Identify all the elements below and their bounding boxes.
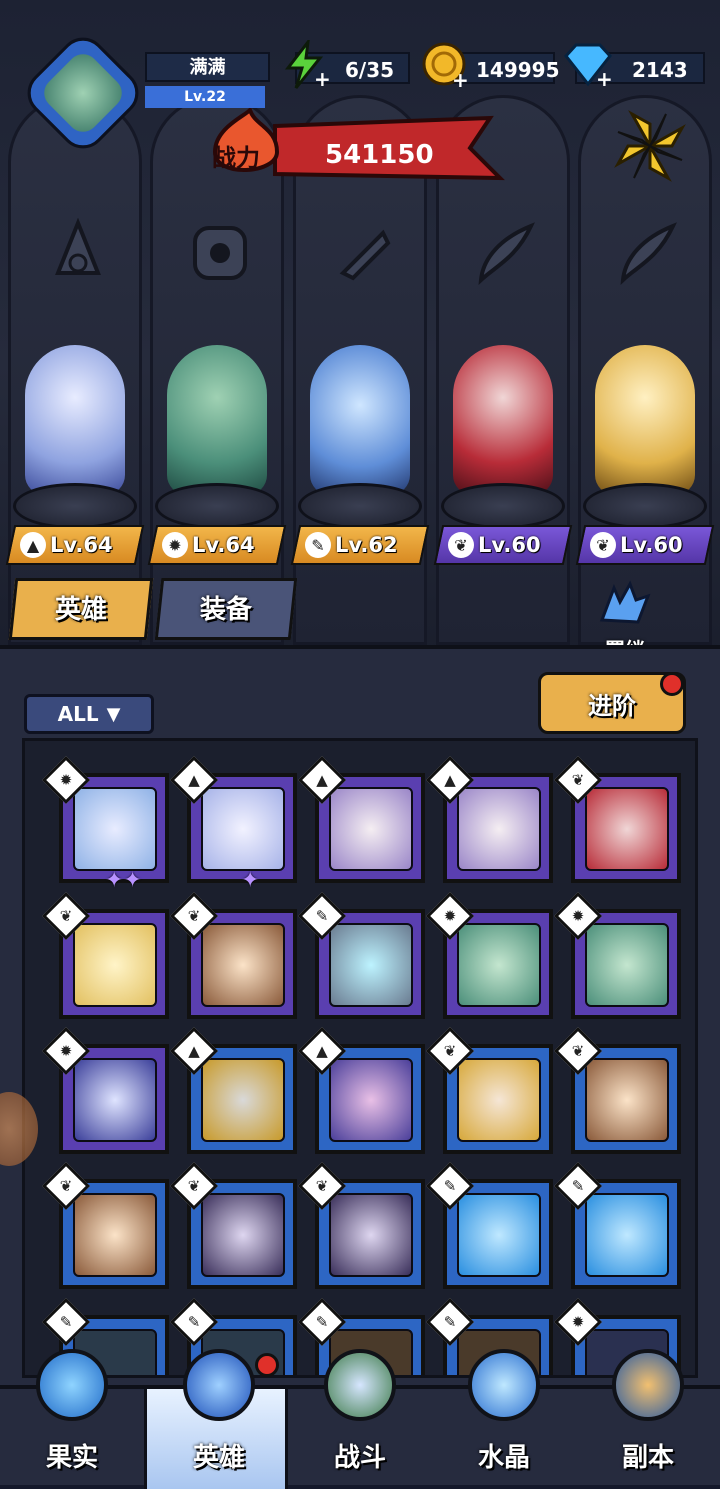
gold-coin-icon[interactable]: + xyxy=(420,40,470,90)
hero-card[interactable]: ▲ xyxy=(297,1026,425,1154)
hero-figure-2[interactable] xyxy=(150,335,284,535)
hero-card[interactable]: ✹ xyxy=(553,891,681,1019)
notification-dot xyxy=(660,672,684,696)
svg-text:+: + xyxy=(452,68,469,90)
star-icon: ✦✦ xyxy=(105,868,142,893)
warrior-icon: ✹ xyxy=(162,532,188,558)
wing-emblem-icon xyxy=(478,222,535,286)
pedestal xyxy=(13,483,137,529)
pedestal xyxy=(583,483,707,529)
fruit-icon xyxy=(36,1349,108,1421)
hero-figure-3[interactable] xyxy=(293,335,427,535)
hero-figure-4[interactable] xyxy=(436,335,570,535)
chevron-down-icon: ▼ xyxy=(106,703,121,725)
hero-card[interactable]: ✎ xyxy=(425,1161,553,1289)
angel-hero-sprite xyxy=(595,345,695,495)
hero-card[interactable]: ▲ xyxy=(297,755,425,883)
hero-card[interactable]: ▲ ✦ xyxy=(169,755,297,893)
hero-card[interactable]: ❦ xyxy=(553,1026,681,1154)
bottom-nav: 果实 英雄 战斗 水晶 副本 xyxy=(0,1349,720,1489)
bond-arrows-icon xyxy=(599,580,651,624)
crystal-icon xyxy=(468,1349,540,1421)
wizard-hat-icon xyxy=(183,1349,255,1421)
power-label: 战力 xyxy=(212,144,260,172)
hero-card[interactable]: ✎ xyxy=(553,1161,681,1289)
hero-card[interactable]: ▲ xyxy=(425,755,553,883)
hero-card[interactable]: ▲ xyxy=(169,1026,297,1154)
player-name-bar: 满满 xyxy=(145,52,270,82)
pinwheel-icon[interactable] xyxy=(612,108,688,184)
player-name: 满满 xyxy=(189,57,226,78)
nav-dungeon[interactable]: 副本 xyxy=(576,1349,720,1489)
hero-card[interactable]: ❦ xyxy=(41,891,169,1019)
hero-card[interactable]: ❦ xyxy=(41,1161,169,1289)
mage-icon: ▲ xyxy=(20,532,46,558)
mage-hat-emblem-icon xyxy=(55,218,101,275)
gold-value: 149995 xyxy=(476,58,560,82)
tab-heroes[interactable]: 英雄 xyxy=(8,578,154,640)
stamina-value: 6/35 xyxy=(345,58,395,82)
ice-mage-hero-sprite xyxy=(25,345,125,495)
pedestal xyxy=(298,483,422,529)
glass-pod-hero-sprite xyxy=(310,345,410,495)
hero-card[interactable]: ❦ xyxy=(169,891,297,1019)
nav-crystal[interactable]: 水晶 xyxy=(432,1349,576,1489)
hero-card[interactable]: ❦ xyxy=(169,1161,297,1289)
hero-figure-1[interactable] xyxy=(8,335,142,535)
pedestal xyxy=(441,483,565,529)
nav-battle[interactable]: 战斗 xyxy=(288,1349,432,1489)
hero-card[interactable]: ✹ ✦✦ xyxy=(41,755,169,893)
hero-level-badge: ✹ Lv.64 xyxy=(147,525,287,565)
hero-card[interactable]: ✹ xyxy=(425,891,553,1019)
hero-level-badge: ✎ Lv.62 xyxy=(290,525,430,565)
wing-emblem-icon xyxy=(620,222,677,286)
portal-icon xyxy=(612,1349,684,1421)
hero-card[interactable]: ❦ xyxy=(425,1026,553,1154)
power-value: 541150 xyxy=(325,140,434,170)
hero-card[interactable]: ❦ xyxy=(553,755,681,883)
hero-level-badge: ▲ Lv.64 xyxy=(5,525,145,565)
wing-icon: ❦ xyxy=(590,532,616,558)
wing-icon: ❦ xyxy=(448,532,474,558)
nav-heroes[interactable]: 英雄 xyxy=(144,1349,288,1489)
hero-level-badge: ❦ Lv.60 xyxy=(433,525,573,565)
vampire-hero-sprite xyxy=(453,345,553,495)
hero-card[interactable]: ✎ xyxy=(297,891,425,1019)
warrior-emblem-icon xyxy=(193,226,247,280)
wrench-emblem-icon xyxy=(339,229,391,281)
medusa-hero-sprite xyxy=(167,345,267,495)
svg-text:+: + xyxy=(596,67,613,88)
star-icon: ✦ xyxy=(241,868,260,893)
hero-card[interactable]: ❦ xyxy=(297,1161,425,1289)
hero-level-badge: ❦ Lv.60 xyxy=(575,525,715,565)
hero-figure-5[interactable] xyxy=(578,335,712,535)
diamond-icon[interactable]: + xyxy=(562,42,614,88)
gem-value: 2143 xyxy=(632,58,688,82)
notification-dot xyxy=(255,1353,279,1377)
tab-equipment[interactable]: 装备 xyxy=(154,578,298,640)
nav-fruit[interactable]: 果实 xyxy=(0,1349,144,1489)
sword-icon xyxy=(324,1349,396,1421)
wrench-icon: ✎ xyxy=(305,532,331,558)
pedestal xyxy=(155,483,279,529)
hero-grid: ✹ ✦✦ ▲ ✦ ▲ ▲ ❦ ❦ ❦ ✎ ✹ ✹ ✹ ▲ ▲ ❦ ❦ ❦ ❦ ❦ ✎… xyxy=(22,738,698,1378)
filter-dropdown[interactable]: ALL ▼ xyxy=(24,694,154,734)
hero-card[interactable]: ✹ xyxy=(41,1026,169,1154)
player-level: Lv.22 xyxy=(145,86,265,108)
svg-text:+: + xyxy=(314,67,330,90)
lightning-icon[interactable]: + xyxy=(280,40,330,90)
